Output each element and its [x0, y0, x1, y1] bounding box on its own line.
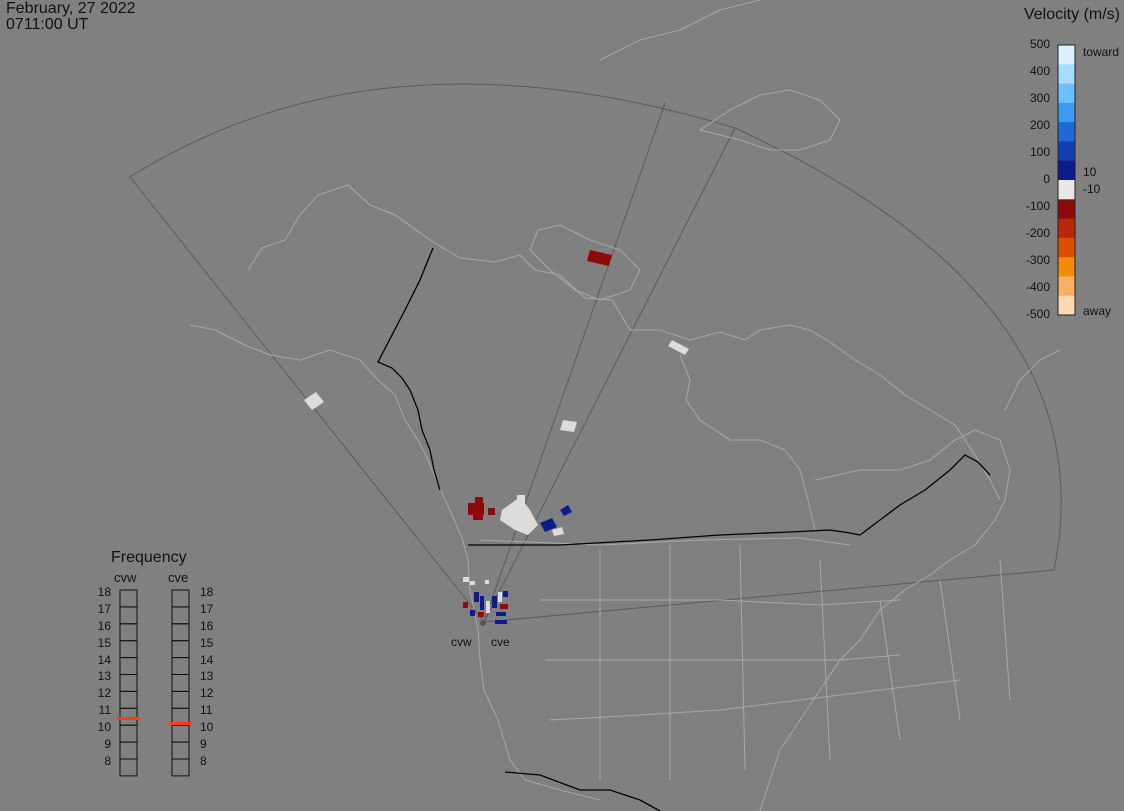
- frequency-cell: [171, 657, 190, 675]
- site-label-cve: cve: [491, 635, 510, 649]
- frequency-cell: [171, 640, 190, 659]
- color-bar-segment: [1058, 180, 1075, 200]
- frequency-tick-label: 10: [97, 720, 111, 735]
- frequency-tick-label: 13: [97, 669, 111, 684]
- color-bar-segment: [1058, 64, 1075, 85]
- frequency-tick-label: 11: [200, 703, 213, 718]
- frequency-cell: [119, 707, 138, 726]
- frequency-radar-cvw: cvw: [114, 570, 137, 585]
- frequency-cell: [119, 606, 138, 625]
- frequency-boxes: [117, 589, 192, 777]
- zero-upper-label: 10: [1083, 165, 1097, 179]
- color-bar-segment: [1058, 45, 1075, 65]
- color-bar-segment: [1058, 295, 1075, 316]
- frequency-cell: [119, 690, 138, 709]
- color-bar-segment: [1058, 102, 1075, 123]
- velocity-tick-label: 500: [1029, 37, 1050, 51]
- frequency-tick-label: 14: [200, 652, 214, 667]
- toward-label: toward: [1083, 45, 1120, 59]
- frequency-cell: [119, 657, 138, 675]
- frequency-tick-label: 9: [104, 737, 111, 752]
- frequency-tick-label: 9: [200, 737, 207, 752]
- color-bar-segment: [1058, 141, 1075, 162]
- frequency-tick-label: 18: [97, 585, 111, 599]
- site-label-cvw: cvw: [451, 635, 472, 649]
- frequency-cell: [119, 623, 138, 642]
- time-label: 0711:00 UT: [6, 16, 89, 33]
- velocity-tick-label: 200: [1029, 118, 1050, 132]
- color-bar-segment: [1058, 276, 1075, 297]
- radar-site-cvw[interactable]: [480, 620, 486, 626]
- frequency-cell: [119, 674, 138, 692]
- frequency-cell: [171, 623, 190, 642]
- velocity-tick-label: 300: [1029, 91, 1050, 105]
- field-of-view: [129, 83, 1062, 623]
- frequency-tick-label: 17: [97, 601, 111, 616]
- velocity-tick-label: 100: [1029, 145, 1050, 159]
- color-bar-segment: [1058, 160, 1075, 181]
- coastlines: [189, 0, 1061, 811]
- frequency-cell: [119, 758, 138, 777]
- velocity-color-bar: [1057, 44, 1076, 316]
- frequency-tick-label: 15: [97, 635, 111, 650]
- frequency-tick-label: 12: [200, 686, 214, 701]
- frequency-cell: [119, 741, 138, 760]
- velocity-tick-label: -400: [1025, 280, 1050, 294]
- frequency-cell: [171, 674, 190, 692]
- frequency-scale-right: 18 17 16 15 14 13 12 11 10 9 8: [200, 584, 220, 770]
- velocity-tick-label: -500: [1025, 307, 1050, 321]
- velocity-tick-label: 400: [1029, 64, 1050, 78]
- frequency-cell: [119, 640, 138, 659]
- frequency-cell: [119, 589, 138, 608]
- velocity-legend-title: Velocity (m/s): [1023, 6, 1120, 23]
- frequency-cell: [171, 589, 190, 608]
- frequency-tick-label: 12: [97, 686, 111, 701]
- color-bar-segment: [1058, 199, 1075, 220]
- date-label: February, 27 2022: [6, 0, 136, 17]
- frequency-cell: [171, 690, 190, 709]
- color-bar-segment: [1058, 218, 1075, 239]
- frequency-cell: [171, 758, 190, 777]
- color-bar-segment: [1058, 83, 1075, 104]
- frequency-scale-left: 18 17 16 15 14 13 12 11 10 9 8: [97, 584, 111, 770]
- frequency-tick-label: 10: [200, 720, 214, 735]
- frequency-cell: [171, 606, 190, 625]
- velocity-tick-label: -200: [1025, 226, 1050, 240]
- velocity-tick-label: 0: [1043, 172, 1050, 186]
- color-bar-segment: [1058, 122, 1075, 142]
- frequency-tick-label: 16: [200, 618, 214, 633]
- frequency-tick-label: 14: [97, 652, 111, 667]
- frequency-tick-label: 8: [200, 753, 207, 768]
- frequency-tick-label: 11: [98, 703, 111, 718]
- frequency-tick-label: 18: [200, 585, 214, 599]
- map-canvas[interactable]: [0, 0, 1124, 811]
- color-bar-segment: [1058, 257, 1075, 277]
- frequency-tick-label: 17: [200, 601, 214, 616]
- frequency-title: Frequency: [111, 549, 187, 566]
- color-bar-segment: [1058, 237, 1075, 258]
- away-label: away: [1083, 304, 1112, 318]
- zero-lower-label: -10: [1083, 182, 1101, 196]
- velocity-tick-label: -300: [1025, 253, 1050, 267]
- frequency-cell: [171, 741, 190, 760]
- frequency-cell: [171, 724, 190, 743]
- frequency-cell: [119, 724, 138, 743]
- frequency-tick-label: 16: [97, 618, 111, 633]
- frequency-radar-cve: cve: [168, 570, 189, 585]
- velocity-tick-label: -100: [1025, 199, 1050, 213]
- velocity-cells: [304, 250, 689, 624]
- frequency-tick-label: 13: [200, 669, 214, 684]
- frequency-tick-label: 8: [104, 753, 111, 768]
- frequency-tick-label: 15: [200, 635, 214, 650]
